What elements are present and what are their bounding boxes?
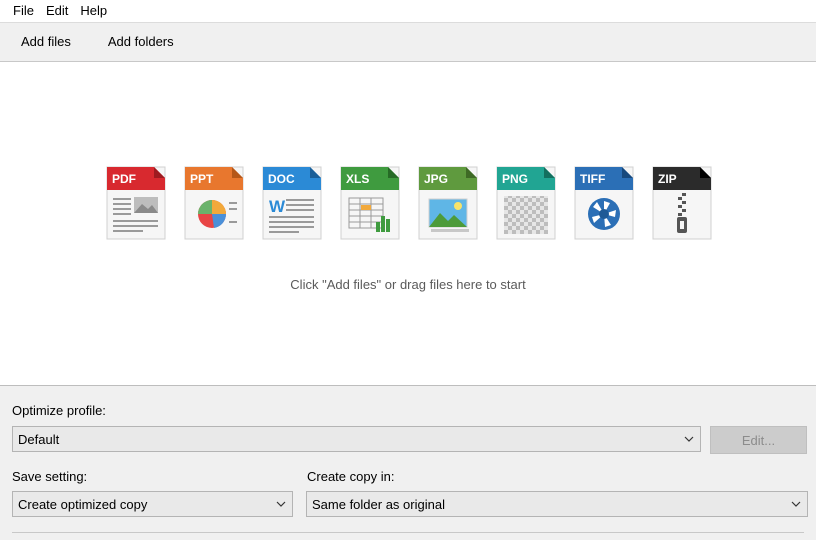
jpg-file-icon: JPG: [418, 166, 478, 240]
create-copy-in-value: Same folder as original: [312, 496, 445, 512]
png-label: PNG: [502, 172, 528, 186]
bottom-divider: [12, 532, 804, 533]
menu-bar: File Edit Help: [0, 0, 816, 23]
optimize-profile-label: Optimize profile:: [12, 403, 106, 418]
file-drop-zone[interactable]: PDF PPT DOC W XLS JPG PNG TIFF ZIP Click…: [0, 62, 816, 386]
doc-w-glyph: W: [269, 197, 286, 216]
ppt-file-icon: PPT: [184, 166, 244, 240]
menu-help[interactable]: Help: [74, 1, 113, 21]
pdf-file-icon: PDF: [106, 166, 166, 240]
pdf-label: PDF: [112, 172, 136, 186]
save-setting-label: Save setting:: [12, 469, 88, 484]
xls-label: XLS: [346, 172, 369, 186]
xls-file-icon: XLS: [340, 166, 400, 240]
toolbar: Add files Add folders: [0, 23, 816, 62]
png-file-icon: PNG: [496, 166, 556, 240]
zip-label: ZIP: [658, 172, 677, 186]
zip-file-icon: ZIP: [652, 166, 712, 240]
menu-file[interactable]: File: [0, 1, 40, 21]
ppt-label: PPT: [190, 172, 214, 186]
create-copy-in-label: Create copy in:: [307, 469, 395, 484]
add-files-button[interactable]: Add files: [21, 32, 71, 52]
file-type-icons: PDF PPT DOC W XLS JPG PNG TIFF ZIP: [106, 166, 716, 242]
save-setting-value: Create optimized copy: [18, 496, 148, 512]
save-setting-select[interactable]: Create optimized copy: [12, 491, 293, 517]
jpg-label: JPG: [424, 172, 448, 186]
edit-profile-button[interactable]: Edit...: [710, 426, 807, 454]
optimize-profile-select[interactable]: Default: [12, 426, 701, 452]
create-copy-in-select[interactable]: Same folder as original: [306, 491, 808, 517]
doc-label: DOC: [268, 172, 295, 186]
doc-file-icon: DOC W: [262, 166, 322, 240]
menu-edit[interactable]: Edit: [40, 1, 74, 21]
tiff-file-icon: TIFF: [574, 166, 634, 240]
drop-hint-text: Click "Add files" or drag files here to …: [290, 277, 526, 292]
tiff-label: TIFF: [580, 172, 605, 186]
chevron-down-icon: [785, 491, 807, 517]
add-folders-button[interactable]: Add folders: [108, 32, 174, 52]
optimize-profile-value: Default: [18, 431, 60, 447]
chevron-down-icon: [678, 426, 700, 452]
chevron-down-icon: [270, 491, 292, 517]
